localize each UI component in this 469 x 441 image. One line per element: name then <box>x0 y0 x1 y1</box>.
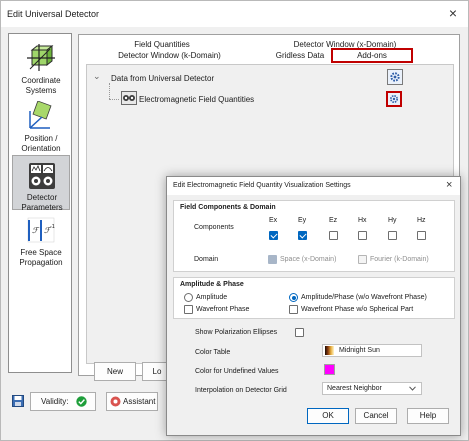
gear-icon <box>390 95 398 103</box>
detector-parameters-icon <box>29 163 55 189</box>
amplitude-label: Amplitude <box>196 294 228 301</box>
main-dialog-title: Edit Universal Detector <box>7 9 100 19</box>
checkbox-hz[interactable] <box>417 231 426 240</box>
color-table-select[interactable]: Midnight Sun <box>322 344 422 357</box>
wavefront-phase-label: Wavefront Phase <box>196 306 250 313</box>
new-button[interactable]: New <box>94 362 136 381</box>
main-titlebar[interactable]: Edit Universal Detector × <box>1 1 468 27</box>
gear-icon <box>390 72 400 82</box>
component-name-hz: Hz <box>417 217 426 224</box>
cancel-button[interactable]: Cancel <box>355 408 397 424</box>
checkbox-hx[interactable] <box>358 231 367 240</box>
interpolation-select[interactable]: Nearest Neighbor <box>322 382 422 395</box>
visualization-settings-dialog: Edit Electromagnetic Field Quantity Visu… <box>166 176 461 436</box>
nav-label-coordinate-systems: Coordinate Systems <box>21 76 61 95</box>
space-domain-label: Space (x-Domain) <box>280 256 337 263</box>
checkbox-polarization-ellipses[interactable] <box>295 328 304 337</box>
tab-add-ons[interactable]: Add-ons <box>331 48 413 63</box>
tree-connector <box>109 83 110 99</box>
tree-root-label[interactable]: Data from Universal Detector <box>111 74 214 83</box>
component-name-hx: Hx <box>358 217 367 224</box>
component-name-ex: Ex <box>269 217 278 224</box>
radio-amplitude-phase[interactable] <box>289 293 298 302</box>
sub-titlebar[interactable]: Edit Electromagnetic Field Quantity Visu… <box>167 177 460 195</box>
root-gear-button[interactable] <box>387 69 403 85</box>
sub-dialog-title: Edit Electromagnetic Field Quantity Visu… <box>173 182 351 189</box>
color-table-swatch <box>325 346 334 355</box>
amplitude-phase-label: Amplitude/Phase (w/o Wavefront Phase) <box>301 294 427 301</box>
domain-label: Domain <box>194 256 219 263</box>
checkbox-wavefront-phase-wo-spherical[interactable] <box>289 305 298 314</box>
position-orientation-icon <box>29 101 52 129</box>
components-label: Components <box>194 224 234 231</box>
interpolation-value: Nearest Neighbor <box>327 385 382 392</box>
help-button[interactable]: Help <box>407 408 449 424</box>
polarization-label: Show Polarization Ellipses <box>195 329 278 336</box>
undefined-color-swatch[interactable] <box>324 364 335 375</box>
coordinate-axes-icon <box>27 44 55 71</box>
close-icon[interactable]: × <box>445 5 461 21</box>
svg-text:-1: -1 <box>50 224 55 230</box>
amplitude-phase-title: Amplitude & Phase <box>180 281 244 288</box>
close-icon[interactable]: × <box>446 179 452 191</box>
free-space-propagation-icon: ℱ ℱ -1 <box>27 217 55 243</box>
checkbox-ez[interactable] <box>329 231 338 240</box>
tree-child-label[interactable]: Electromagnetic Field Quantities <box>139 95 254 104</box>
checkbox-ey[interactable] <box>298 231 307 240</box>
component-name-hy: Hy <box>388 217 397 224</box>
tree-connector-horizontal <box>109 99 119 100</box>
checkbox-fourier-domain[interactable] <box>358 255 367 264</box>
chevron-down-icon <box>409 386 416 391</box>
checkbox-hy[interactable] <box>388 231 397 240</box>
ok-button[interactable]: OK <box>307 408 349 424</box>
nav-item-position-orientation[interactable]: Position / Orientation <box>12 96 70 153</box>
nav-item-coordinate-systems[interactable]: Coordinate Systems <box>12 38 70 95</box>
validity-button[interactable]: Validity: <box>30 392 96 411</box>
wavefront-phase-wo-spherical-label: Wavefront Phase w/o Spherical Part <box>301 306 414 313</box>
nav-item-detector-parameters[interactable]: Detector Parameters <box>12 155 70 212</box>
field-components-title: Field Components & Domain <box>180 204 276 211</box>
assistant-icon <box>110 396 121 407</box>
nav-label-detector-parameters: Detector Parameters <box>21 193 63 212</box>
amplitude-phase-group: Amplitude & Phase Amplitude Amplitude/Ph… <box>173 277 455 319</box>
radio-amplitude[interactable] <box>184 293 193 302</box>
assistant-label: Assistant <box>123 397 156 406</box>
undefined-color-label: Color for Undefined Values <box>195 368 279 375</box>
nav-item-free-space-propagation[interactable]: ℱ ℱ -1 Free Space Propagation <box>12 214 70 270</box>
field-quantities-icon <box>121 91 137 105</box>
checkbox-ex[interactable] <box>269 231 278 240</box>
color-table-label: Color Table <box>195 349 231 356</box>
tab-detector-window-k[interactable]: Detector Window (k-Domain) <box>87 50 252 63</box>
validity-label: Validity: <box>41 397 69 406</box>
component-name-ez: Ez <box>329 217 338 224</box>
expand-chevron-icon[interactable]: ⌄ <box>93 71 101 82</box>
nav-label-position-orientation: Position / Orientation <box>21 134 61 153</box>
fourier-domain-label: Fourier (k-Domain) <box>370 256 429 263</box>
checkbox-wavefront-phase[interactable] <box>184 305 193 314</box>
save-icon[interactable] <box>12 395 24 407</box>
check-valid-icon <box>76 396 87 407</box>
checkbox-space-domain[interactable] <box>268 255 277 264</box>
interpolation-label: Interpolation on Detector Grid <box>195 387 287 394</box>
child-gear-button[interactable] <box>386 91 402 107</box>
nav-label-free-space-propagation: Free Space Propagation <box>19 248 63 267</box>
field-components-group: Field Components & Domain Components Ex … <box>173 200 455 272</box>
color-table-value: Midnight Sun <box>339 347 380 354</box>
assistant-button[interactable]: Assistant <box>106 392 158 411</box>
left-nav: Coordinate Systems Position / Orientatio… <box>8 33 72 373</box>
component-name-ey: Ey <box>298 217 307 224</box>
